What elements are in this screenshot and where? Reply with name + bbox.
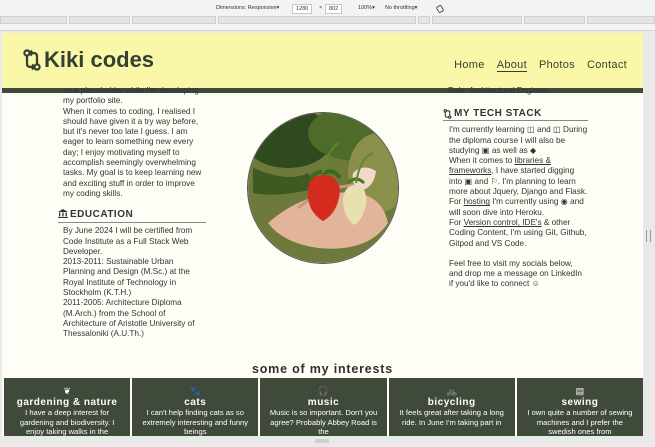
interest-card[interactable]: ❦ gardening & nature I have a deep inter… xyxy=(4,378,131,436)
python-icon: ◆ xyxy=(530,145,537,155)
education-section: EDUCATION By June 2024 I will be certifi… xyxy=(58,209,206,340)
javascript-icon: ▣ xyxy=(481,145,490,155)
paw-icon: 🐾 xyxy=(189,386,201,396)
interest-card[interactable]: 🚲 bicycling It feels great after taking … xyxy=(388,378,515,436)
card-text: It feels great after taking a long ride.… xyxy=(399,408,504,427)
card-text: I own quite a number of sewing machines … xyxy=(527,408,633,436)
smile-icon: ☺ xyxy=(531,279,540,289)
card-title: cats xyxy=(184,397,207,408)
interest-card[interactable]: 🐾 cats I can't help finding cats as so e… xyxy=(132,378,259,436)
interest-card[interactable]: ▤ sewing I own quite a number of sewing … xyxy=(516,378,643,436)
site-logo[interactable]: Kiki codes xyxy=(22,47,154,73)
css3-icon: ◫ xyxy=(553,125,561,135)
education-heading: EDUCATION xyxy=(58,209,206,224)
nav-photos[interactable]: Photos xyxy=(539,59,575,72)
card-title: bicycling xyxy=(427,397,476,408)
bootstrap-icon: ▣ xyxy=(464,176,473,186)
bicycle-icon: 🚲 xyxy=(446,386,458,396)
github-icon: ◉ xyxy=(560,197,568,207)
education-item: By June 2024 I will be certified from Co… xyxy=(63,226,193,256)
zoom-dropdown[interactable]: 100%▾ xyxy=(358,5,375,11)
about-left-column: as a placeholder while I'm developing my… xyxy=(63,86,205,199)
main-nav: Home About Photos Contact xyxy=(454,59,627,72)
devtools-toolbar: Dimensions: Responsive▾ 1280 × 802 100%▾… xyxy=(0,0,655,31)
socials-text: Feel free to visit my socials below, and… xyxy=(449,258,582,289)
card-title: sewing xyxy=(561,397,599,408)
fontawesome-icon: ⚐ xyxy=(490,176,498,186)
headphones-icon: 🎧 xyxy=(317,386,330,396)
hosting-link[interactable]: hosting xyxy=(464,197,490,206)
rotate-icon[interactable] xyxy=(436,5,444,15)
education-item: 2013-2011: Sustainable Urban Planning an… xyxy=(63,257,190,298)
media-query-bar[interactable] xyxy=(0,16,655,25)
version-control-link[interactable]: Version control, IDE's xyxy=(464,218,542,227)
university-icon xyxy=(58,209,68,221)
html5-icon: ◫ xyxy=(527,125,535,135)
tech-stack-heading: MY TECH STACK xyxy=(443,108,588,122)
nav-contact[interactable]: Contact xyxy=(587,59,627,72)
card-title: music xyxy=(307,397,340,408)
resize-handle-right[interactable] xyxy=(646,230,651,242)
code-branch-icon xyxy=(443,109,452,120)
nav-about[interactable]: About xyxy=(496,59,527,72)
education-item: 2011-2005: Architecture Diploma (M.Arch.… xyxy=(63,298,195,339)
dimensions-dropdown[interactable]: Dimensions: Responsive▾ xyxy=(216,5,279,11)
interest-card[interactable]: 🎧 music Music is so important. Don't you… xyxy=(260,378,387,436)
height-input[interactable]: 802 xyxy=(325,4,343,14)
interests-title: some of my interests xyxy=(251,362,394,376)
tech-stack-column: Role: Architectural Engineer. xyxy=(448,86,588,96)
site-header: Kiki codes Home About Photos Contact xyxy=(2,33,643,93)
interests-cards: ❦ gardening & nature I have a deep inter… xyxy=(4,378,643,436)
sewing-icon: ▤ xyxy=(575,386,585,396)
throttling-dropdown[interactable]: No throttling▾ xyxy=(385,5,417,11)
card-text: I can't help finding cats as so extremel… xyxy=(142,408,249,436)
code-branch-icon xyxy=(23,49,41,71)
intro-line-1: as a placeholder while I'm developing xyxy=(63,86,199,95)
logo-text: Kiki codes xyxy=(44,47,155,72)
role-line: Role: Architectural Engineer. xyxy=(448,86,552,95)
page-viewport: Kiki codes Home About Photos Contact as … xyxy=(2,33,643,436)
intro-line-2: my portfolio site. xyxy=(63,96,123,106)
nav-home[interactable]: Home xyxy=(454,59,485,72)
times-sign: × xyxy=(319,5,323,11)
width-input[interactable]: 1280 xyxy=(292,4,313,14)
tech-stack-section: MY TECH STACK I'm currently learning ◫ a… xyxy=(443,108,588,290)
resize-handle-bottom[interactable] xyxy=(315,439,329,443)
card-text: I have a deep interest for gardening and… xyxy=(19,408,115,436)
intro-paragraph: When it comes to coding, I realised I sh… xyxy=(63,106,202,198)
card-title: gardening & nature xyxy=(16,397,118,408)
card-text: Music is so important. Don't you agree? … xyxy=(269,408,378,436)
seedling-icon: ❦ xyxy=(63,386,71,396)
strawberry-photo xyxy=(247,112,399,264)
